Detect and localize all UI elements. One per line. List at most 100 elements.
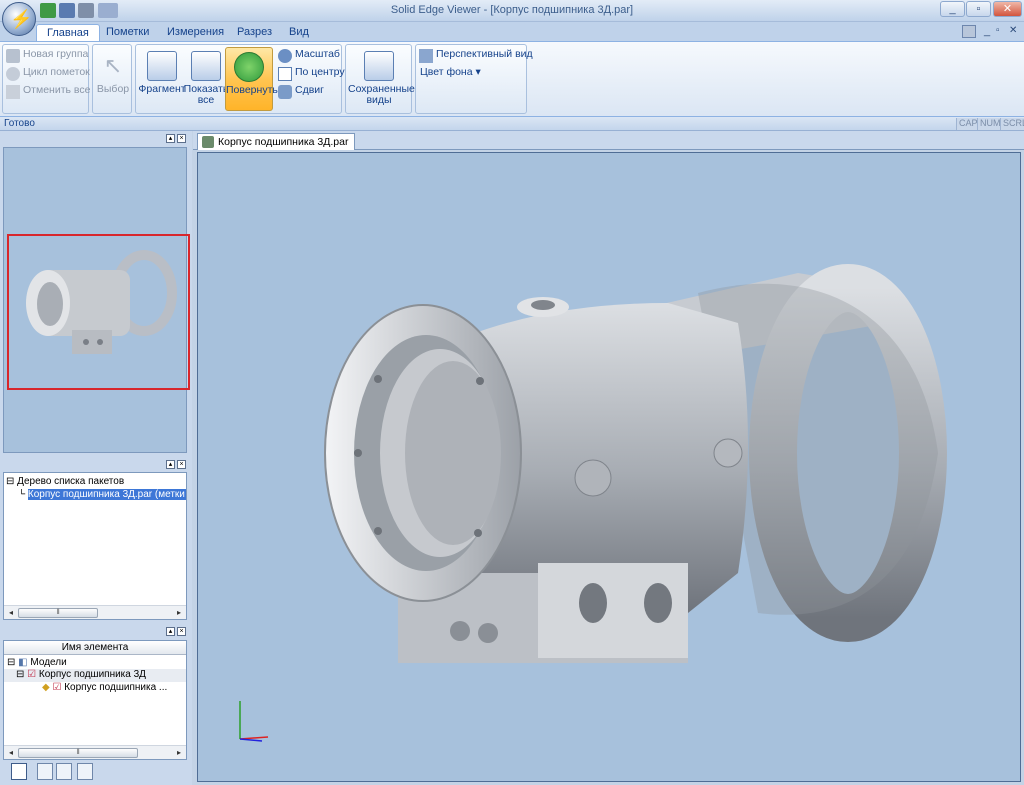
tab-view[interactable]: Вид: [279, 24, 319, 41]
new-group-button[interactable]: Новая группа: [3, 48, 88, 65]
markup-cycle-label: Цикл пометок: [23, 66, 90, 78]
preview-pane-header: ▴ ×: [0, 133, 190, 145]
tree-root-label: Дерево списка пакетов: [17, 476, 125, 487]
pan-button[interactable]: Сдвиг: [275, 84, 324, 101]
status-text: Готово: [4, 118, 35, 129]
pan-label: Сдвиг: [295, 84, 324, 96]
collapse-icon[interactable]: ⊟: [16, 669, 24, 680]
checkbox-checked-icon[interactable]: ☑: [27, 669, 36, 680]
cycle-icon: [6, 67, 20, 81]
scroll-right-icon[interactable]: ▸: [174, 748, 184, 758]
markup-group: Новая группа Цикл пометок Отменить все: [2, 44, 90, 114]
tree-item[interactable]: └ Корпус подшипника 3Д.par (метки отсутс…: [4, 489, 186, 502]
zoom-area-icon: [147, 51, 177, 81]
zoom-button[interactable]: Масштаб: [275, 48, 340, 65]
document-tab[interactable]: Корпус подшипника 3Д.par: [197, 133, 356, 150]
package-tree-header: ▴ ×: [0, 459, 190, 471]
preview-view-frame[interactable]: [7, 234, 190, 390]
select-button[interactable]: ↖ Выбор: [89, 47, 137, 111]
save-icon[interactable]: [59, 3, 75, 18]
background-color-dropdown[interactable]: Цвет фона ▾: [400, 66, 481, 83]
tab-element-tree-icon[interactable]: [11, 763, 27, 780]
scroll-thumb[interactable]: ⦀: [18, 748, 138, 758]
pane-close-button[interactable]: ×: [177, 627, 186, 636]
element-tree-header: ▴ ×: [0, 626, 190, 638]
open-icon[interactable]: [40, 3, 56, 18]
rotate-button[interactable]: Повернуть: [225, 47, 278, 111]
tree-node-models[interactable]: ⊟ ◧ Модели: [4, 655, 186, 669]
title-bar: Solid Edge Viewer - [Корпус подшипника 3…: [0, 0, 1024, 22]
show-all-button[interactable]: Показать все: [182, 47, 230, 111]
minimize-button[interactable]: _: [940, 1, 965, 17]
help-options-icon[interactable]: [962, 25, 976, 38]
doc-minimize-button[interactable]: _: [984, 25, 990, 37]
center-icon: [278, 67, 292, 81]
collapse-icon[interactable]: ⊟: [6, 476, 14, 487]
bearing-housing-model: [324, 264, 947, 663]
num-indicator: NUM: [977, 118, 1003, 130]
select-label: Выбор: [96, 83, 130, 95]
perspective-button[interactable]: Перспективный вид: [416, 48, 533, 65]
left-pane: ▴ × ▴ × ⊟ Дерево списка пакетов └ Корпус…: [0, 131, 192, 785]
magnifier-icon: [278, 49, 292, 63]
tab-markup[interactable]: Пометки: [96, 24, 159, 41]
markup-cycle-button[interactable]: Цикл пометок: [3, 66, 90, 83]
scroll-indicator: SCRL: [1000, 118, 1024, 130]
view-group: Фрагмент Показать все Повернуть Масштаб …: [135, 44, 345, 114]
pane-pin-button[interactable]: ▴: [166, 627, 175, 636]
doc-close-button[interactable]: ✕: [1009, 25, 1017, 36]
tree-node-label: Корпус подшипника ...: [64, 682, 168, 693]
doc-restore-button[interactable]: ▫: [996, 25, 1000, 36]
horizontal-scrollbar[interactable]: ◂ ⦀ ▸: [4, 745, 186, 759]
horizontal-scrollbar[interactable]: ◂ ⦀ ▸: [4, 605, 186, 619]
package-tree: ⊟ Дерево списка пакетов └ Корпус подшипн…: [3, 472, 187, 620]
pane-close-button[interactable]: ×: [177, 134, 186, 143]
application-menu-button[interactable]: ⚡: [2, 2, 36, 36]
zoom-label: Масштаб: [295, 48, 340, 60]
perspective-label: Перспективный вид: [436, 48, 533, 60]
pane-close-button[interactable]: ×: [177, 460, 186, 469]
collapse-icon[interactable]: ⊟: [7, 657, 15, 668]
display-group: Перспективный вид Цвет фона ▾: [415, 44, 533, 114]
tab-section[interactable]: Разрез: [227, 24, 282, 41]
select-group: ↖ Выбор: [92, 44, 132, 114]
fragment-label: Фрагмент: [138, 83, 186, 95]
scroll-thumb[interactable]: ⦀: [18, 608, 98, 618]
tab-structure-icon[interactable]: [77, 763, 93, 780]
scroll-left-icon[interactable]: ◂: [6, 748, 16, 758]
element-name-column-header[interactable]: Имя элемента: [4, 641, 186, 655]
tree-node-body[interactable]: ◆ ☑ Корпус подшипника ...: [4, 682, 186, 695]
tree-item-label: Корпус подшипника 3Д.par (метки отсутств…: [27, 489, 186, 500]
element-tree: Имя элемента ⊟ ◧ Модели ⊟ ☑ Корпус подши…: [3, 640, 187, 760]
scroll-left-icon[interactable]: ◂: [6, 608, 16, 618]
checkbox-checked-icon[interactable]: ☑: [52, 682, 61, 693]
pane-pin-button[interactable]: ▴: [166, 134, 175, 143]
center-button[interactable]: По центру: [275, 66, 345, 83]
cancel-all-button[interactable]: Отменить все: [3, 84, 90, 101]
fragment-button[interactable]: Фрагмент: [138, 47, 186, 111]
pane-pin-button[interactable]: ▴: [166, 460, 175, 469]
tree-node-part[interactable]: ⊟ ☑ Корпус подшипника 3Д: [4, 669, 186, 682]
status-bar: Готово CAP NUM SCRL: [0, 117, 1024, 131]
tab-markup-pane-icon[interactable]: [37, 763, 53, 780]
tab-measure[interactable]: Измерения: [157, 24, 234, 41]
tab-home[interactable]: Главная: [36, 24, 100, 42]
tree-line-icon: └: [18, 489, 26, 500]
tree-root[interactable]: ⊟ Дерево списка пакетов: [4, 473, 186, 489]
part-file-icon: [202, 136, 214, 148]
window-title: Solid Edge Viewer - [Корпус подшипника 3…: [390, 4, 634, 16]
tree-node-label: Модели: [30, 657, 67, 668]
saved-views-icon: [364, 51, 394, 81]
new-group-label: Новая группа: [23, 48, 89, 60]
scroll-right-icon[interactable]: ▸: [174, 608, 184, 618]
rotate-icon: [234, 52, 264, 82]
maximize-button[interactable]: ▫: [966, 1, 991, 17]
print-icon[interactable]: [78, 3, 94, 18]
3d-viewport[interactable]: [197, 152, 1021, 782]
close-button[interactable]: ✕: [993, 1, 1022, 17]
undo-icon[interactable]: [98, 3, 118, 18]
preview-pane[interactable]: [3, 147, 190, 453]
background-color-label: Цвет фона: [420, 66, 473, 78]
show-all-label: Показать все: [183, 83, 229, 106]
tab-document-icon[interactable]: [56, 763, 72, 780]
